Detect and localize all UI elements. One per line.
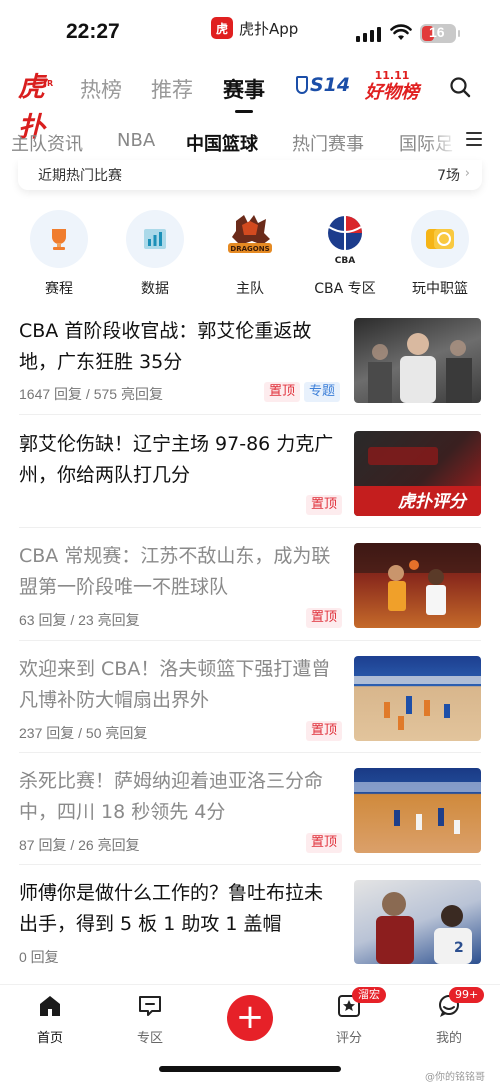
subtab-team-news[interactable]: 主队资讯 — [11, 130, 83, 156]
add-post-button[interactable]: + — [227, 995, 273, 1041]
divider — [19, 527, 481, 528]
feed-title[interactable]: 郭艾伦伤缺！辽宁主场 97-86 力克广州，你给两队打几分 — [19, 429, 341, 491]
shortcut-cba-zone[interactable]: CBA CBA 专区 — [313, 210, 377, 298]
nav-home-label: 首页 — [36, 1031, 63, 1046]
tag-topic: 专题 — [304, 382, 341, 402]
svg-text:2: 2 — [454, 940, 464, 956]
chevron-right-icon: › — [464, 166, 470, 181]
home-indicator[interactable] — [159, 1066, 341, 1072]
tag-pinned: 置顶 — [264, 382, 301, 402]
shortcut-schedule[interactable]: 赛程 — [27, 210, 91, 298]
s14-label: S14 — [310, 74, 351, 96]
feed-meta: 237 回复 / 50 亮回复 — [19, 725, 148, 741]
feed-thumbnail[interactable] — [354, 768, 481, 853]
tag-pinned: 置顶 — [306, 721, 343, 741]
hupu-logo[interactable]: 虎扑 JR — [18, 68, 62, 143]
app-indicator: 虎 虎扑App — [211, 15, 298, 41]
status-time: 22:27 — [66, 20, 120, 43]
feed-meta: 87 回复 / 26 亮回复 — [19, 837, 140, 853]
feed-meta: 0 回复 — [19, 949, 59, 965]
shortcut-label: 玩中职篮 — [412, 281, 468, 297]
divider — [19, 864, 481, 865]
feed-tags: 置顶 — [306, 833, 343, 853]
tab-hot[interactable]: 热榜 — [80, 74, 122, 104]
feed-meta: 63 回复 / 23 亮回复 — [19, 612, 140, 628]
rating-badge: 溜宏 — [352, 987, 386, 1003]
tab-recommend[interactable]: 推荐 — [151, 74, 193, 104]
recent-games-bar[interactable]: 近期热门比赛 7场 › — [18, 160, 482, 190]
tab-s14[interactable]: S14 — [296, 74, 350, 96]
status-bar: 22:27 虎 虎扑App 16 — [0, 0, 500, 64]
feed-thumbnail[interactable] — [354, 543, 481, 628]
logo-sub: JR — [44, 79, 54, 88]
sub-nav: 主队资讯 NBA 中国篮球 热门赛事 国际足 — [0, 124, 500, 160]
feed-title[interactable]: CBA 首阶段收官战：郭艾伦重返故地，广东狂胜 35分 — [19, 316, 341, 378]
bar-chart-icon — [126, 210, 184, 268]
feed-tags: 置顶 专题 — [264, 382, 341, 402]
nav-zone-label: 专区 — [136, 1031, 163, 1046]
promo-label: 好物榜 — [365, 82, 419, 103]
trophy-cup-icon — [296, 76, 308, 94]
divider — [19, 640, 481, 641]
watermark: @你的铭铭哥 — [425, 1072, 485, 1083]
feed-title[interactable]: CBA 常规赛：江苏不敌山东，成为联盟第一阶段唯一不胜球队 — [19, 541, 341, 603]
recent-games-count: 7场 — [437, 168, 460, 184]
subtab-hot-events[interactable]: 热门赛事 — [292, 130, 364, 156]
shortcut-label: 赛程 — [45, 281, 73, 297]
battery-level: 16 — [429, 24, 445, 40]
feed-thumbnail[interactable]: 虎扑评分 — [354, 431, 481, 516]
hupu-app-icon: 虎 — [211, 17, 233, 39]
team-logo-text: DRAGONS — [230, 245, 269, 253]
cba-logo-icon: CBA — [316, 210, 374, 268]
app-indicator-label: 虎扑App — [239, 19, 299, 38]
shortcut-label: 数据 — [141, 281, 169, 297]
top-nav: 虎扑 JR 热榜 推荐 赛事 S14 11.11 好物榜 — [0, 64, 500, 143]
feed-title[interactable]: 欢迎来到 CBA！洛夫顿篮下强打遭曾凡博补防大帽扇出界外 — [19, 654, 341, 716]
menu-icon[interactable] — [466, 132, 482, 150]
shortcut-label: CBA 专区 — [314, 281, 376, 297]
tab-events[interactable]: 赛事 — [223, 74, 265, 113]
tag-pinned: 置顶 — [306, 495, 343, 515]
feed-title[interactable]: 师傅你是做什么工作的？鲁吐布拉未出手，得到 5 板 1 助攻 1 盖帽 — [19, 878, 341, 940]
tag-pinned: 置顶 — [306, 608, 343, 628]
nav-rating-label: 评分 — [335, 1031, 362, 1046]
nav-zone[interactable]: 专区 — [120, 993, 180, 1046]
cards-icon — [411, 210, 469, 268]
notification-badge: 99+ — [449, 987, 485, 1003]
shortcut-home-team[interactable]: DRAGONS 主队 — [218, 210, 282, 298]
feed-tags: 置顶 — [306, 495, 343, 515]
recent-games-label: 近期热门比赛 — [38, 168, 122, 184]
feed-tags: 置顶 — [306, 608, 343, 628]
subtab-nba[interactable]: NBA — [117, 130, 155, 151]
promo-date: 11.11 — [374, 69, 410, 82]
feed-tags: 置顶 — [306, 721, 343, 741]
subtab-china-basketball[interactable]: 中国篮球 — [186, 130, 258, 156]
feed-thumbnail[interactable] — [354, 656, 481, 741]
cba-logo-text: CBA — [335, 256, 355, 265]
search-icon[interactable] — [449, 76, 471, 98]
tag-pinned: 置顶 — [306, 833, 343, 853]
home-icon — [40, 996, 60, 1016]
cellular-signal-icon — [356, 27, 381, 42]
divider — [19, 414, 481, 415]
trophy-icon — [30, 210, 88, 268]
nav-mine-label: 我的 — [435, 1031, 462, 1046]
tab-promo[interactable]: 11.11 好物榜 — [360, 70, 424, 104]
battery-icon: 16 — [420, 24, 460, 43]
shortcut-play-cba[interactable]: 玩中职篮 — [408, 210, 472, 298]
nav-home[interactable]: 首页 — [20, 993, 80, 1046]
message-square-icon — [139, 996, 161, 1016]
shortcut-data[interactable]: 数据 — [123, 210, 187, 298]
feed-thumbnail[interactable]: 2 — [354, 880, 481, 964]
rating-thumb-text: 虎扑评分 — [398, 492, 466, 512]
shortcut-label: 主队 — [236, 281, 264, 297]
feed-meta: 1647 回复 / 575 亮回复 — [19, 386, 163, 402]
divider — [19, 752, 481, 753]
team-logo-icon: DRAGONS — [221, 210, 279, 268]
wifi-icon — [390, 24, 412, 40]
feed-thumbnail[interactable] — [354, 318, 481, 403]
feed-title[interactable]: 杀死比赛！萨姆纳迎着迪亚洛三分命中，四川 18 秒领先 4分 — [19, 766, 341, 828]
